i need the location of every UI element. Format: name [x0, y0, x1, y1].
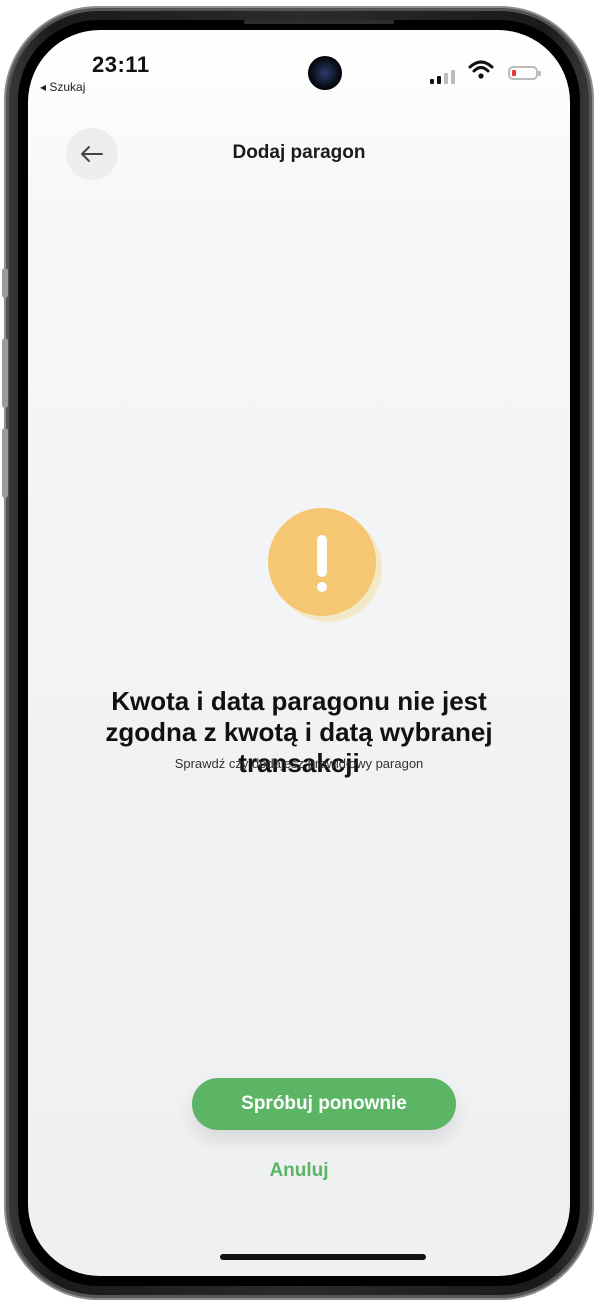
- battery-level: [512, 70, 516, 76]
- retry-button[interactable]: Spróbuj ponownie: [192, 1078, 456, 1130]
- cancel-button[interactable]: Anuluj: [28, 1160, 570, 1182]
- page-title: Dodaj paragon: [232, 142, 366, 163]
- app-screen: 23:11 ◂ Szukaj Dodaj paragon Kwota i dat…: [28, 30, 570, 1276]
- cellular-signal-icon: [430, 70, 455, 84]
- status-time: 23:11: [92, 52, 150, 77]
- side-button-volume-down: [2, 428, 8, 498]
- warning-badge: [268, 508, 376, 616]
- front-camera: [308, 56, 342, 90]
- back-to-app-link[interactable]: ◂ Szukaj: [40, 80, 85, 94]
- phone-bezel: 23:11 ◂ Szukaj Dodaj paragon Kwota i dat…: [18, 20, 580, 1286]
- speaker-grille: [244, 20, 394, 24]
- battery-icon: [508, 66, 541, 80]
- wifi-icon: [468, 60, 494, 85]
- exclamation-icon: [317, 535, 327, 577]
- phone-frame: 23:11 ◂ Szukaj Dodaj paragon Kwota i dat…: [2, 8, 592, 1298]
- side-button-volume-up: [2, 338, 8, 408]
- error-subtitle: Sprawdź czy dodajesz prawidłowy paragon: [174, 756, 424, 771]
- home-indicator[interactable]: [220, 1254, 426, 1260]
- side-button-action: [2, 268, 8, 298]
- exclamation-dot: [317, 582, 327, 592]
